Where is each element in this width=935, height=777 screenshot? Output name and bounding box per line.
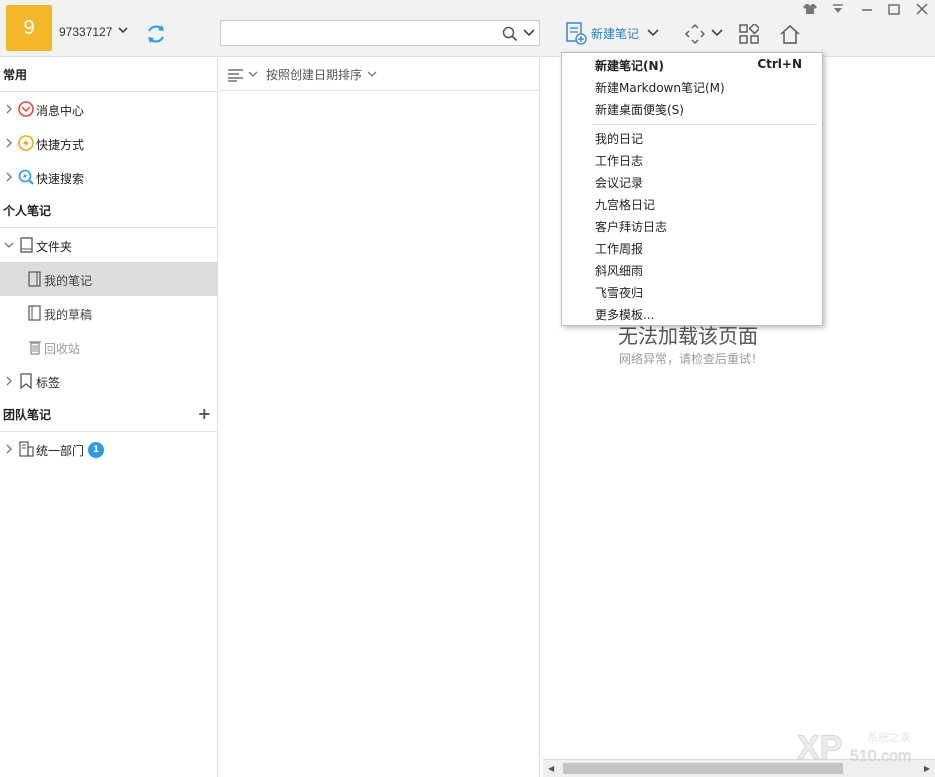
section-team-heading: 团队笔记 + (0, 398, 217, 432)
sidebar-item-messages[interactable]: 消息中心 (0, 92, 217, 126)
notebook-icon (28, 271, 41, 287)
add-team-icon[interactable]: + (198, 406, 211, 422)
watermark-logo: XP 510.com 系统之家 (797, 729, 912, 768)
search-box[interactable] (220, 20, 540, 46)
section-common-label: 常用 (3, 68, 28, 82)
user-id-label[interactable]: 97337127 (59, 25, 112, 39)
search-options-chevron-icon[interactable] (523, 28, 535, 38)
menu-item-template[interactable]: 斜风细雨 (595, 262, 643, 279)
menu-separator (592, 124, 818, 125)
menu-item-new-note[interactable]: 新建笔记(N) (595, 57, 664, 74)
user-chevron-down-icon[interactable] (118, 27, 128, 35)
sidebar-item-tags[interactable]: 标签 (0, 364, 217, 398)
move-icon[interactable] (685, 24, 705, 44)
sidebar-item-label: 快速搜索 (36, 172, 85, 186)
menu-item-template[interactable]: 飞雪夜归 (595, 284, 643, 301)
minimize-icon[interactable] (860, 2, 874, 16)
sidebar-item-my-notes[interactable]: 我的笔记 (0, 262, 217, 296)
sidebar: 常用 消息中心 快捷方式 快速搜索 个人笔记 文件夹 我的笔记 我的草稿 回收站… (0, 58, 218, 777)
sidebar-item-label: 我的草稿 (44, 308, 93, 322)
section-common-heading: 常用 (0, 58, 217, 92)
grid-view-icon[interactable] (739, 24, 759, 44)
expand-arrow-icon[interactable] (6, 444, 12, 454)
sidebar-item-label: 消息中心 (36, 104, 85, 118)
sort-chevron-icon[interactable] (367, 71, 377, 79)
sidebar-item-label: 文件夹 (36, 240, 73, 254)
sidebar-item-label: 我的笔记 (44, 274, 93, 288)
sidebar-item-folders[interactable]: 文件夹 (0, 228, 217, 262)
expand-arrow-icon[interactable] (6, 172, 12, 182)
sidebar-item-label: 回收站 (44, 342, 81, 356)
new-note-label[interactable]: 新建笔记 (591, 25, 639, 42)
list-header: 按照创建日期排序 (219, 58, 539, 91)
section-team-label: 团队笔记 (3, 408, 52, 422)
sidebar-item-label: 统一部门 (36, 444, 85, 458)
list-view-icon[interactable] (227, 68, 245, 82)
expand-arrow-icon[interactable] (6, 138, 12, 148)
sidebar-item-shortcuts[interactable]: 快捷方式 (0, 126, 217, 160)
new-note-chevron-icon[interactable] (647, 28, 659, 38)
home-icon[interactable] (779, 23, 801, 45)
user-avatar[interactable]: 9 (6, 5, 52, 51)
note-list-pane: 按照创建日期排序 (219, 58, 540, 777)
message-center-icon (18, 101, 34, 117)
menu-item-template[interactable]: 我的日记 (595, 130, 643, 147)
svg-text:XP: XP (797, 729, 842, 767)
scroll-left-icon[interactable]: ◀ (548, 764, 554, 773)
svg-text:系统之家: 系统之家 (867, 730, 911, 744)
team-building-icon (19, 441, 34, 457)
menu-item-new-sticky[interactable]: 新建桌面便笺(S) (595, 101, 684, 118)
lightning-icon (18, 135, 34, 151)
tag-icon (20, 373, 32, 389)
expand-arrow-icon[interactable] (6, 104, 12, 114)
search-icon[interactable] (502, 26, 518, 42)
sort-selector[interactable]: 按照创建日期排序 (266, 66, 362, 83)
sidebar-item-team-dept[interactable]: 统一部门 1 (0, 432, 217, 466)
sidebar-item-quick-search[interactable]: 快速搜索 (0, 160, 217, 194)
menu-item-template[interactable]: 客户拜访日志 (595, 218, 667, 235)
sidebar-item-recycle-bin[interactable]: 回收站 (0, 330, 217, 364)
top-toolbar: 9 97337127 新建笔记 (0, 0, 935, 57)
menu-item-template[interactable]: 工作日志 (595, 152, 643, 169)
menu-item-template[interactable]: 工作周报 (595, 240, 643, 257)
load-error-message: 网络异常，请检查后重试！ (619, 352, 764, 366)
menu-item-template[interactable]: 九宫格日记 (595, 196, 655, 213)
new-note-icon (566, 22, 587, 45)
unread-badge: 1 (88, 442, 104, 458)
close-icon[interactable] (915, 2, 929, 16)
list-view-chevron-icon[interactable] (248, 71, 258, 79)
search-input[interactable] (225, 24, 495, 42)
svg-text:510.com: 510.com (850, 748, 911, 765)
menu-item-more-templates[interactable]: 更多模板... (595, 306, 654, 323)
section-personal-label: 个人笔记 (3, 204, 52, 218)
sidebar-item-label: 标签 (36, 376, 61, 390)
new-note-dropdown-menu: 新建笔记(N) Ctrl+N 新建Markdown笔记(M) 新建桌面便笺(S)… (561, 52, 823, 326)
menu-item-new-markdown[interactable]: 新建Markdown笔记(M) (595, 79, 725, 96)
draft-icon (28, 305, 41, 321)
expand-arrow-icon[interactable] (6, 376, 12, 386)
trash-icon (29, 341, 41, 355)
menu-dropdown-icon[interactable] (831, 2, 845, 16)
sync-icon[interactable] (145, 23, 167, 45)
collapse-arrow-icon[interactable] (4, 242, 14, 248)
folder-notebook-icon (20, 237, 33, 253)
menu-item-template[interactable]: 会议记录 (595, 174, 643, 191)
sidebar-item-label: 快捷方式 (36, 138, 85, 152)
new-note-button[interactable]: 新建笔记 (565, 21, 659, 45)
maximize-icon[interactable] (887, 2, 901, 16)
move-chevron-icon[interactable] (711, 28, 723, 38)
quick-search-icon (18, 169, 34, 185)
section-personal-heading: 个人笔记 (0, 194, 217, 228)
sidebar-item-my-drafts[interactable]: 我的草稿 (0, 296, 217, 330)
skin-icon[interactable] (802, 2, 818, 16)
menu-shortcut-label: Ctrl+N (757, 57, 802, 71)
